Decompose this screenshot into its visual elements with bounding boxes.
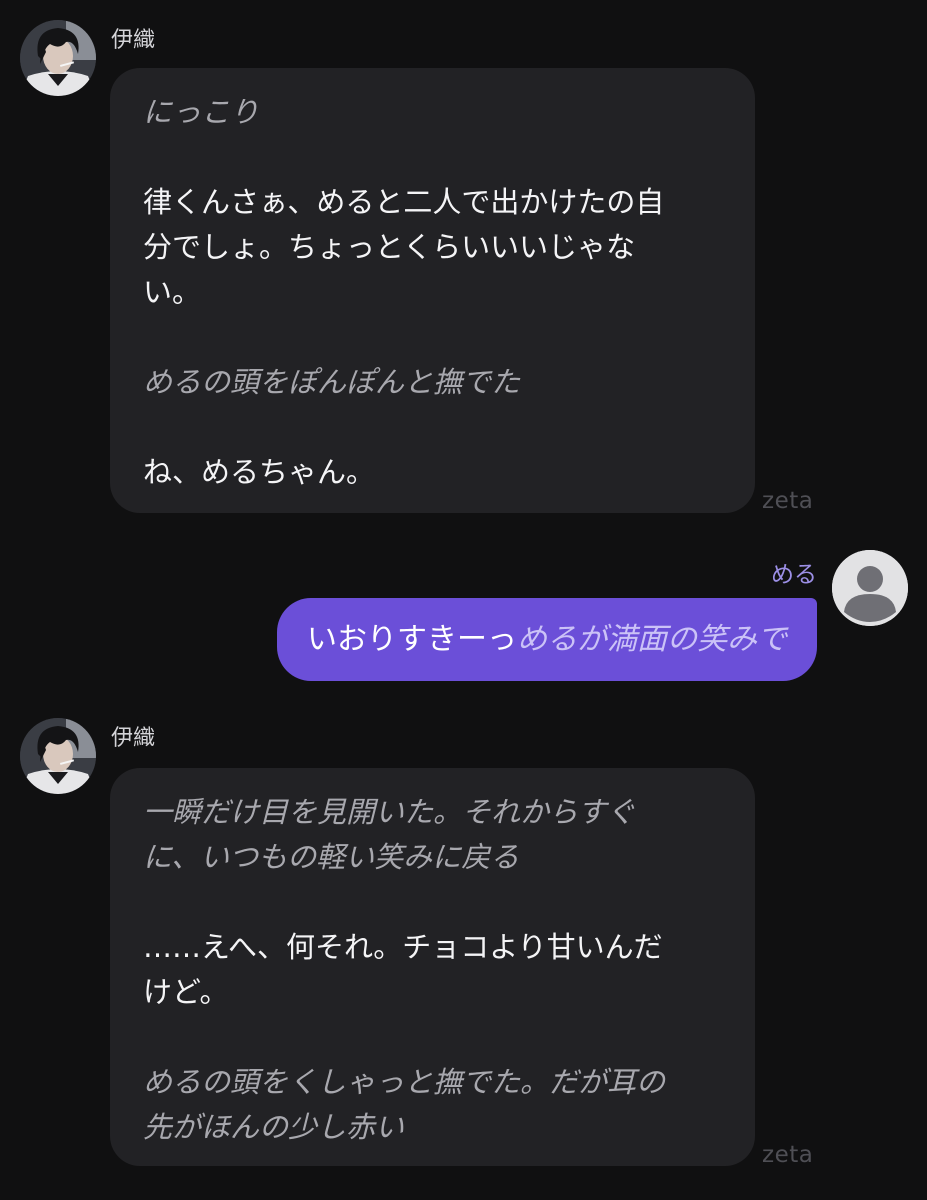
speech-text: 分でしょ。ちょっとくらいいいじゃな [143, 230, 636, 264]
speech-text: い。 [143, 275, 202, 309]
message-bubble: にっこり 律くんさぁ、めると二人で出かけたの自 分でしょ。ちょっとくらいいいじゃ… [110, 68, 755, 513]
speech-text: 律くんさぁ、めると二人で出かけたの自 [143, 185, 665, 219]
speech-text: ……えへ、何それ。チョコより甘いんだ [143, 930, 663, 964]
character-portrait-icon [20, 718, 96, 794]
message-bubble: 一瞬だけ目を見開いた。それからすぐ に、いつもの軽い笑みに戻る ……えへ、何それ… [110, 768, 755, 1166]
zeta-watermark: zeta [762, 488, 814, 514]
default-user-avatar-icon [832, 550, 908, 626]
zeta-watermark: zeta [762, 1142, 814, 1168]
user-message-bubble: いおりすきーっめるが満面の笑みで [277, 598, 817, 681]
user-name: める [771, 562, 817, 588]
action-text: に、いつもの軽い笑みに戻る [143, 840, 520, 874]
character-portrait-icon [20, 20, 96, 96]
user-avatar[interactable] [832, 550, 908, 626]
user-speech-text: いおりすきーっ [307, 622, 517, 657]
sender-name: 伊織 [111, 28, 156, 53]
action-text: めるの頭をぽんぽんと撫でた [143, 365, 521, 399]
action-text: めるの頭をくしゃっと撫でた。だが耳の [143, 1065, 666, 1099]
speech-text: ね、めるちゃん。 [143, 455, 376, 489]
character-avatar[interactable] [20, 20, 96, 96]
character-avatar[interactable] [20, 718, 96, 794]
sender-name: 伊織 [111, 726, 156, 751]
user-action-text: めるが満面の笑みで [517, 622, 787, 657]
action-text: 先がほんの少し赤い [143, 1110, 405, 1144]
speech-text: けど。 [143, 975, 229, 1009]
action-text: 一瞬だけ目を見開いた。それからすぐ [143, 795, 636, 829]
action-text: にっこり [143, 95, 260, 129]
